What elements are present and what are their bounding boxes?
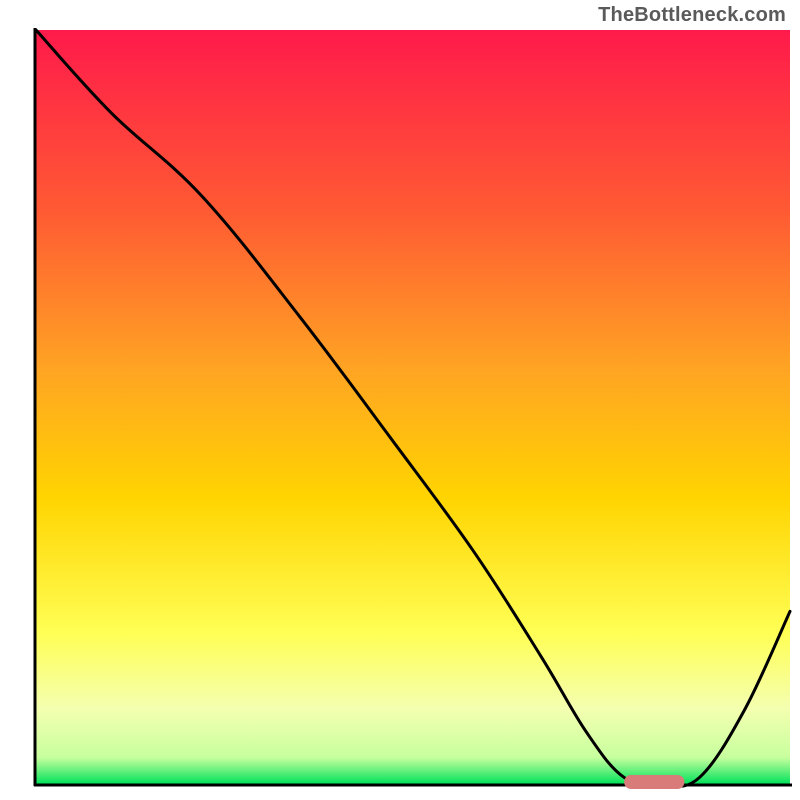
chart-frame: TheBottleneck.com: [0, 0, 800, 800]
bottleneck-chart: [0, 0, 800, 800]
plot-background: [36, 30, 790, 784]
optimum-marker: [624, 775, 684, 789]
